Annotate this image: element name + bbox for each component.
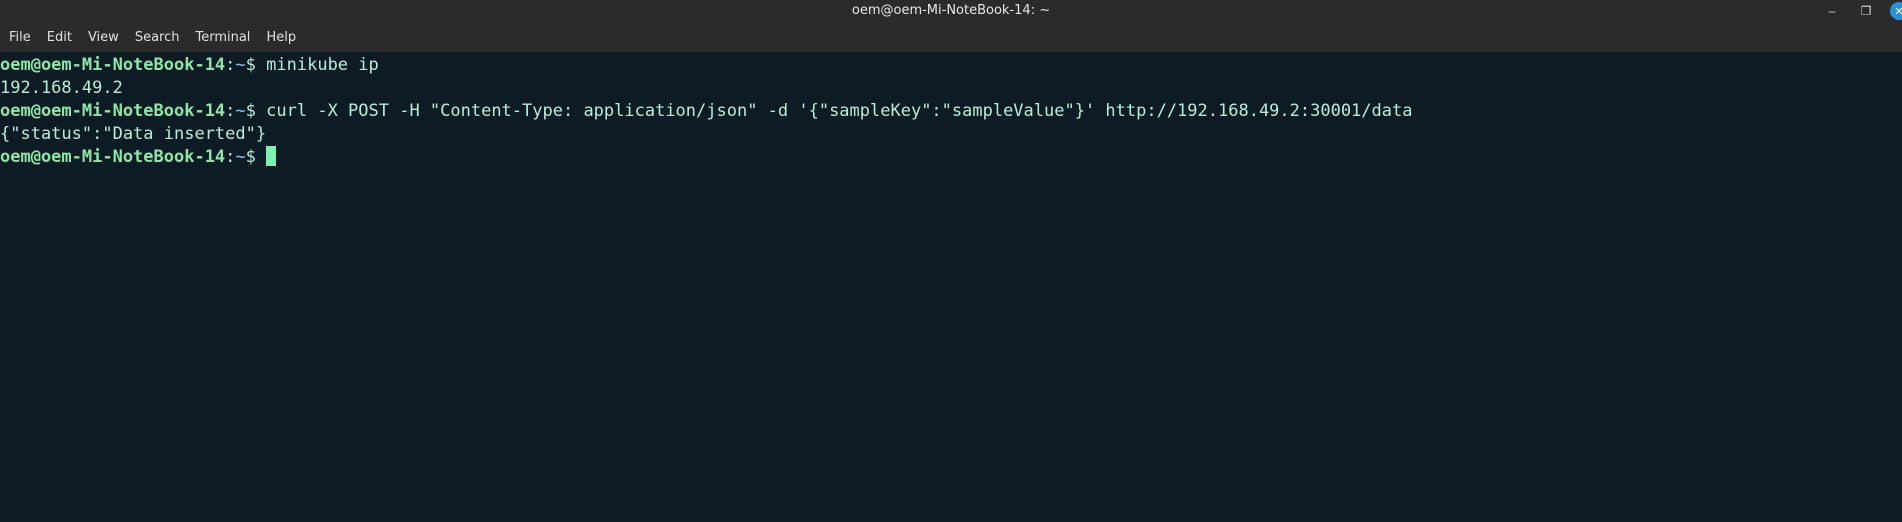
menu-bar: File Edit View Search Terminal Help — [0, 22, 1902, 52]
minimize-button[interactable]: – — [1822, 1, 1842, 21]
command-text: curl -X POST -H "Content-Type: applicati… — [255, 101, 1413, 121]
terminal-line-output: 192.168.49.2 — [0, 78, 123, 98]
terminal-line-output: {"status":"Data inserted"} — [0, 124, 267, 144]
terminal-line-prompt: oem@oem-Mi-NoteBook-14:~$ curl -X POST -… — [0, 100, 1902, 123]
prompt-user: oem@oem-Mi-NoteBook-14 — [0, 101, 226, 121]
menu-edit[interactable]: Edit — [42, 28, 77, 47]
prompt-colon: : — [225, 101, 236, 121]
terminal-line-prompt: oem@oem-Mi-NoteBook-14:~$ — [0, 146, 1902, 169]
menu-file[interactable]: File — [4, 28, 36, 47]
prompt-path: ~ — [235, 101, 246, 121]
maximize-button[interactable]: ❐ — [1856, 1, 1876, 21]
menu-view[interactable]: View — [83, 28, 124, 47]
menu-search[interactable]: Search — [130, 28, 185, 47]
terminal-line-prompt: oem@oem-Mi-NoteBook-14:~$ minikube ip — [0, 54, 1902, 77]
prompt-dollar: $ — [245, 147, 256, 167]
command-text: minikube ip — [255, 55, 379, 75]
command-text — [256, 147, 266, 167]
terminal-output-area[interactable]: oem@oem-Mi-NoteBook-14:~$ minikube ip 19… — [0, 53, 1902, 522]
prompt-colon: : — [225, 147, 236, 167]
close-button[interactable]: ✕ — [1890, 2, 1902, 20]
window-controls: – ❐ ✕ — [1808, 0, 1902, 22]
prompt-colon: : — [225, 55, 236, 75]
prompt-path: ~ — [235, 55, 246, 75]
menu-help[interactable]: Help — [261, 28, 301, 47]
prompt-dollar: $ — [245, 55, 256, 75]
prompt-user: oem@oem-Mi-NoteBook-14 — [0, 147, 226, 167]
text-cursor — [266, 146, 277, 166]
window-title: oem@oem-Mi-NoteBook-14: ~ — [851, 3, 1051, 18]
prompt-dollar: $ — [245, 101, 256, 121]
title-bar[interactable]: oem@oem-Mi-NoteBook-14: ~ – ❐ ✕ — [0, 0, 1902, 22]
terminal-window: oem@oem-Mi-NoteBook-14: ~ – ❐ ✕ File Edi… — [0, 0, 1902, 522]
prompt-user: oem@oem-Mi-NoteBook-14 — [0, 55, 226, 75]
menu-terminal[interactable]: Terminal — [190, 28, 255, 47]
prompt-path: ~ — [235, 147, 246, 167]
